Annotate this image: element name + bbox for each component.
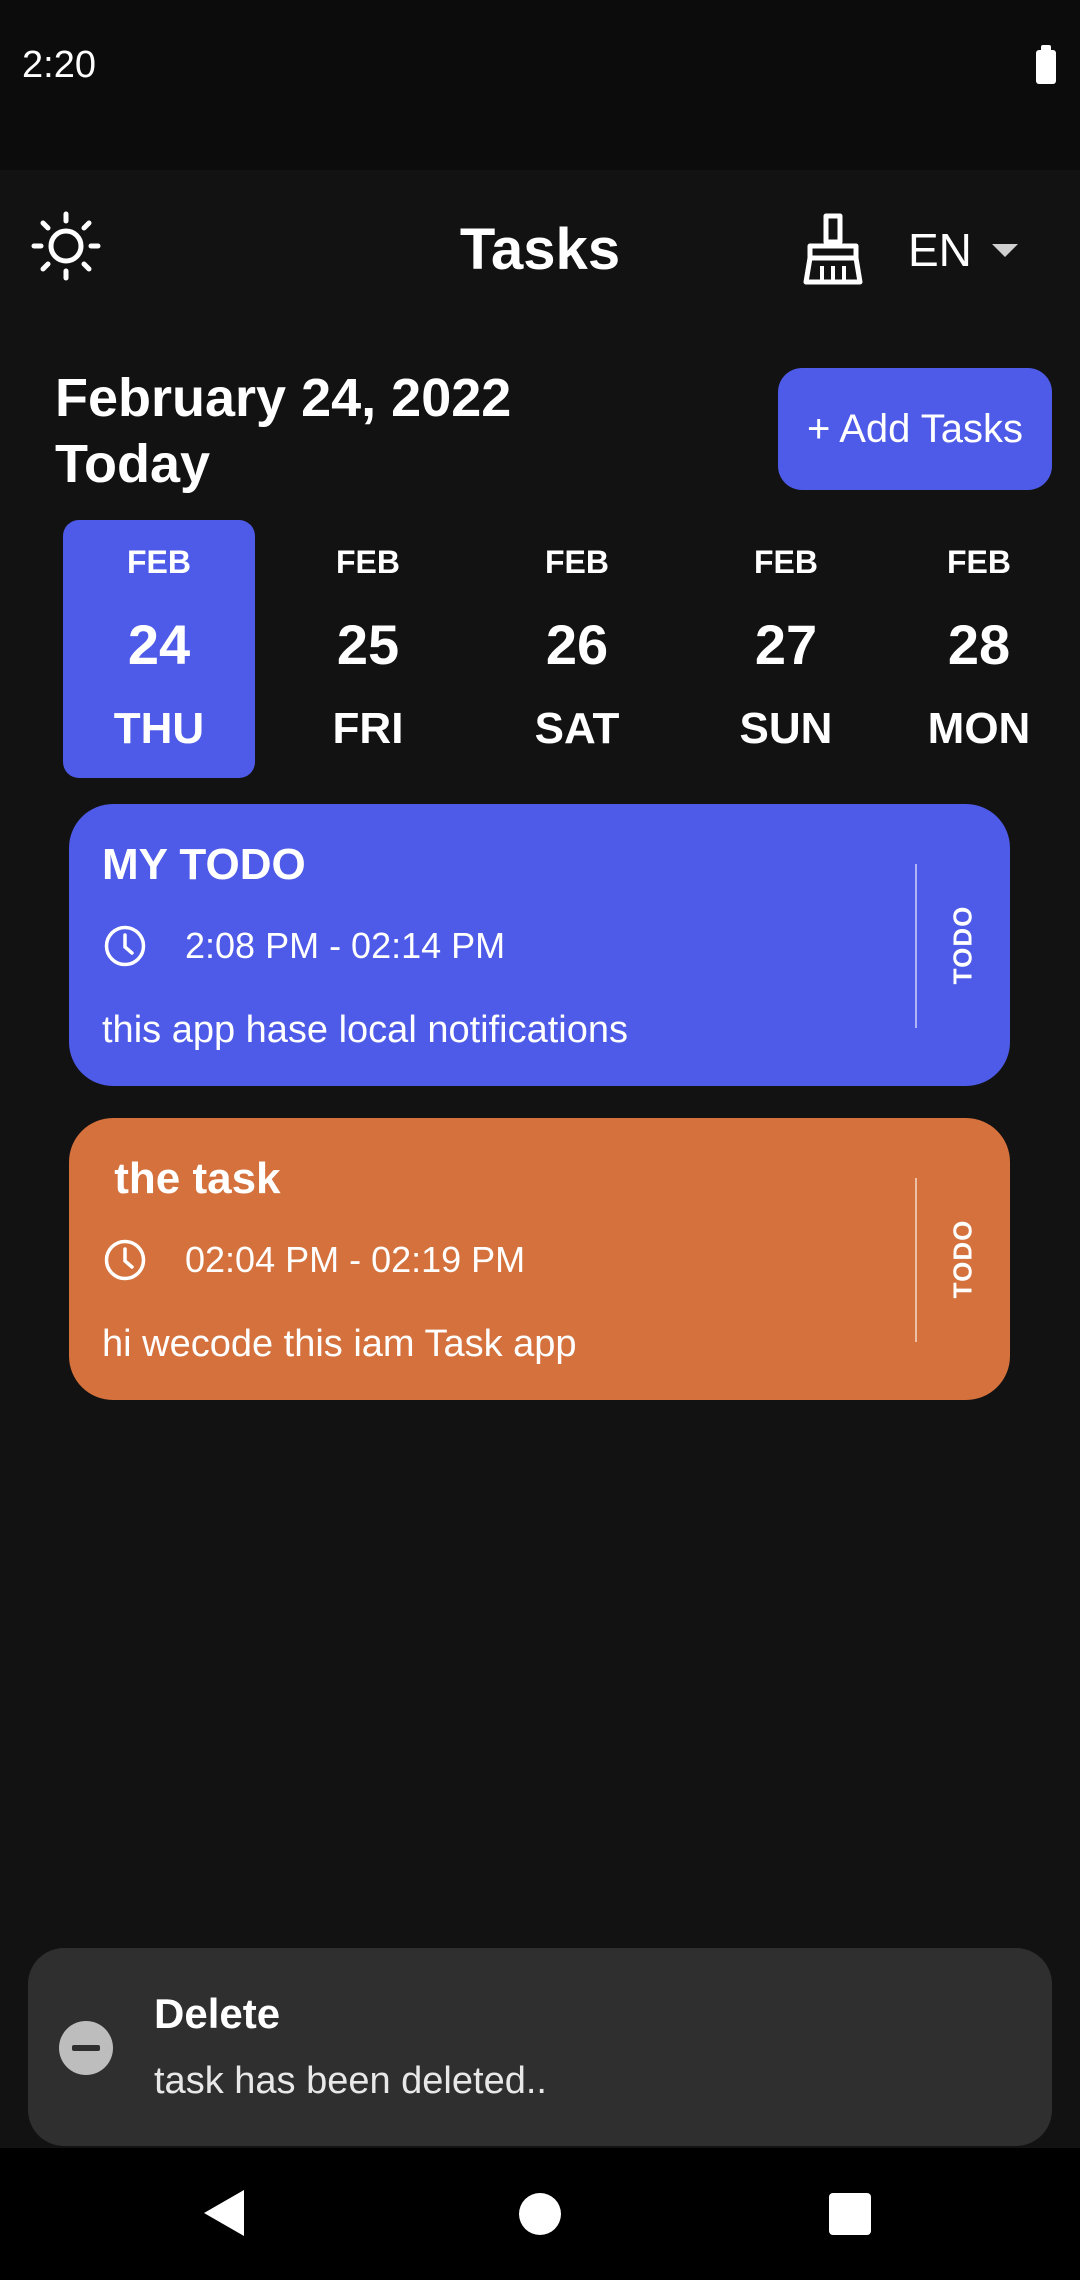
remove-circle-icon bbox=[59, 2021, 113, 2075]
date-month: FEB bbox=[947, 544, 1011, 580]
date-day: 24 bbox=[127, 613, 191, 676]
system-nav-bar bbox=[0, 2148, 1080, 2280]
divider bbox=[915, 1178, 917, 1342]
date-item-feb-27[interactable]: FEB 27 SUN bbox=[690, 520, 882, 778]
back-icon[interactable] bbox=[204, 2190, 244, 2236]
date-day: 26 bbox=[545, 613, 609, 676]
home-icon[interactable] bbox=[519, 2193, 561, 2235]
snackbar-message: task has been deleted.. bbox=[154, 2060, 547, 2102]
clock-icon bbox=[104, 1239, 146, 1281]
date-item-feb-26[interactable]: FEB 26 SAT bbox=[481, 520, 673, 778]
task-status-label: TODO bbox=[947, 905, 978, 985]
task-card[interactable]: the task 02:04 PM - 02:19 PM hi wecode t… bbox=[69, 1118, 1010, 1400]
snackbar: Delete task has been deleted.. bbox=[28, 1948, 1052, 2146]
date-item-feb-24[interactable]: FEB 24 THU bbox=[63, 520, 255, 778]
status-bar: 2:20 bbox=[0, 0, 1080, 170]
date-weekday: MON bbox=[927, 704, 1031, 753]
date-item-feb-25[interactable]: FEB 25 FRI bbox=[272, 520, 464, 778]
date-day: 28 bbox=[947, 613, 1011, 676]
task-time: 02:04 PM - 02:19 PM bbox=[185, 1239, 526, 1280]
task-card[interactable]: MY TODO 2:08 PM - 02:14 PM this app hase… bbox=[69, 804, 1010, 1086]
date-month: FEB bbox=[336, 544, 400, 580]
date-weekday: SUN bbox=[739, 704, 833, 753]
date-weekday: THU bbox=[113, 704, 205, 753]
add-tasks-button[interactable]: + Add Tasks bbox=[778, 368, 1052, 490]
date-picker-strip[interactable]: FEB 24 THU FEB 25 FRI FEB 26 SAT FEB 27 … bbox=[63, 520, 1080, 778]
language-dropdown[interactable]: EN bbox=[908, 220, 1018, 280]
task-time-row: 2:08 PM - 02:14 PM bbox=[103, 924, 505, 968]
recents-icon[interactable] bbox=[829, 2193, 871, 2235]
divider bbox=[915, 864, 917, 1028]
task-time-row: 02:04 PM - 02:19 PM bbox=[103, 1238, 525, 1282]
date-weekday: SAT bbox=[534, 704, 620, 753]
current-date: February 24, 2022 bbox=[55, 368, 512, 428]
task-title: the task bbox=[102, 1154, 281, 1203]
task-note: hi wecode this iam Task app bbox=[102, 1323, 577, 1365]
date-item-feb-28[interactable]: FEB 28 MON bbox=[883, 520, 1075, 778]
date-month: FEB bbox=[545, 544, 609, 580]
language-label: EN bbox=[908, 224, 972, 276]
clock-icon bbox=[104, 925, 146, 967]
battery-icon bbox=[1036, 45, 1056, 84]
date-month: FEB bbox=[754, 544, 818, 580]
status-time: 2:20 bbox=[22, 44, 96, 86]
app-bar: Tasks EN bbox=[0, 170, 1080, 330]
date-day: 25 bbox=[336, 613, 400, 676]
date-header: February 24, 2022 Today bbox=[55, 365, 511, 497]
screen: 2:20 Tasks EN February 24, 2022 Today + … bbox=[0, 0, 1080, 2280]
task-status-label: TODO bbox=[947, 1219, 978, 1299]
date-day: 27 bbox=[754, 613, 818, 676]
date-weekday: FRI bbox=[332, 704, 404, 753]
broom-icon[interactable] bbox=[800, 212, 866, 286]
task-note: this app hase local notifications bbox=[102, 1009, 628, 1051]
task-time: 2:08 PM - 02:14 PM bbox=[185, 925, 506, 966]
today-label: Today bbox=[55, 434, 211, 494]
snackbar-title: Delete bbox=[154, 1990, 281, 2037]
task-title: MY TODO bbox=[102, 840, 306, 889]
caret-down-icon bbox=[991, 243, 1018, 257]
date-month: FEB bbox=[127, 544, 191, 580]
